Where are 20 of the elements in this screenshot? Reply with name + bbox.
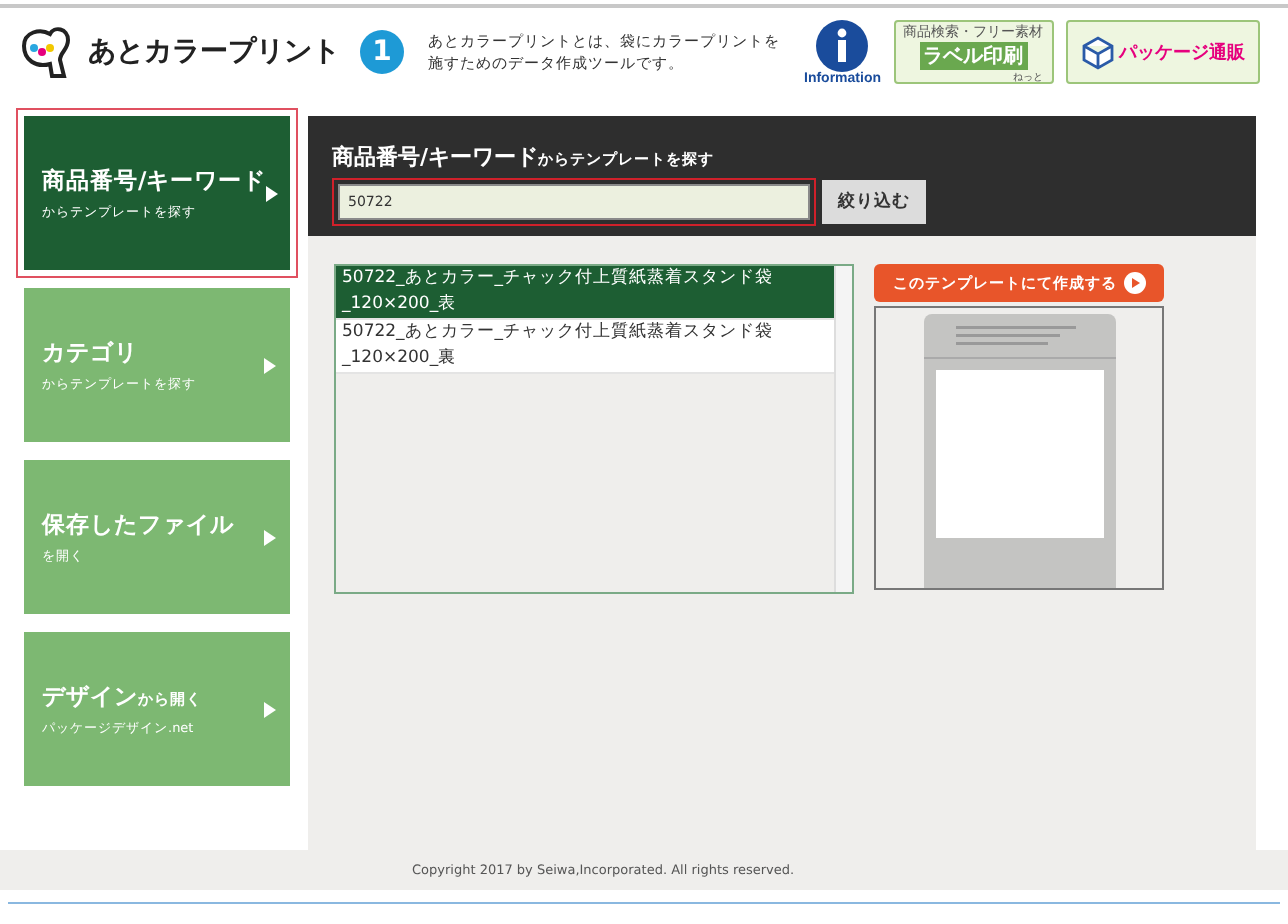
banner-title: ラベル印刷 [919,41,1027,69]
template-list-item[interactable]: 50722_あとカラー_チャック付上質紙蒸着スタンド袋_120×200_表 [336,266,834,320]
banner-title: パッケージ通販 [1119,40,1245,65]
triangle-icon [266,185,279,201]
sidebar-item-title: 商品番号/キーワード [42,165,267,195]
triangle-icon [264,357,276,373]
sidebar-item-title: カテゴリ [42,337,140,367]
scrollbar[interactable] [834,266,852,592]
filter-button[interactable]: 絞り込む [822,180,926,224]
step-badge: 1 [360,30,404,74]
package-shop-banner[interactable]: パッケージ通販 [1065,20,1259,84]
box-icon [1079,34,1115,70]
play-circle-icon [1123,272,1145,294]
logo-text: あとカラープリント [88,34,340,70]
palette-logo-icon [16,22,76,82]
sidebar-item-title: 保存したファイル [42,509,236,539]
triangle-icon [264,701,276,717]
triangle-icon [264,529,276,545]
template-list-item[interactable]: 50722_あとカラー_チャック付上質紙蒸着スタンド袋_120×200_裏 [336,320,834,374]
info-icon [816,19,869,71]
